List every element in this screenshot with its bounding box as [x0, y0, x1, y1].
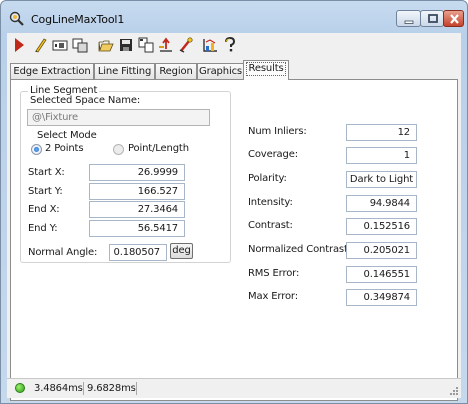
start-x-field[interactable]: 26.9999	[89, 164, 185, 181]
run-button[interactable]	[11, 36, 29, 54]
status-time-2: 9.6828ms	[87, 383, 136, 394]
open-button[interactable]	[97, 36, 115, 54]
tab-results[interactable]: Results	[243, 60, 289, 80]
space-name-label: Selected Space Name:	[30, 95, 141, 106]
copy-image-button[interactable]	[71, 36, 89, 54]
line-segment-group: Line Segment Selected Space Name: @\Fixt…	[20, 85, 231, 263]
angle-unit-button[interactable]: deg	[170, 243, 193, 259]
tab-line-fitting[interactable]: Line Fitting	[94, 63, 155, 79]
normalized-contrast-field: 0.205021	[346, 242, 417, 259]
select-mode-label: Select Mode	[37, 130, 97, 141]
reset-button[interactable]	[157, 36, 175, 54]
chart-button[interactable]	[201, 36, 219, 54]
save-button[interactable]	[117, 36, 135, 54]
close-button[interactable]	[443, 10, 464, 27]
image-display-icon	[52, 40, 68, 51]
help-button[interactable]	[221, 36, 239, 54]
edit-tool-icon	[35, 38, 47, 53]
save-icon	[120, 39, 132, 51]
normalized-contrast-label: Normalized Contrast:	[248, 244, 351, 255]
minimize-button[interactable]	[396, 10, 421, 27]
rms-error-field: 0.146551	[346, 266, 417, 283]
num-inliers-field: 12	[346, 124, 417, 141]
end-x-label: End X:	[28, 204, 60, 215]
resize-grip-icon[interactable]	[449, 386, 459, 396]
two-points-label[interactable]: 2 Points	[45, 143, 84, 154]
normal-angle-label: Normal Angle:	[28, 247, 98, 258]
chart-icon	[203, 39, 217, 52]
tool-window: CogLineMaxTool1 Edge Extraction Line Fit…	[0, 0, 468, 404]
coverage-label: Coverage:	[248, 149, 298, 160]
end-y-field[interactable]: 56.5417	[89, 220, 185, 237]
open-icon	[98, 40, 114, 52]
normal-angle-field[interactable]: 0.180507	[109, 244, 167, 261]
contrast-label: Contrast:	[248, 220, 293, 231]
two-points-radio[interactable]	[31, 144, 42, 155]
space-name-field: @\Fixture	[27, 109, 210, 126]
copy-icon	[138, 37, 154, 53]
maximize-button[interactable]	[420, 10, 444, 27]
tab-edge-extraction[interactable]: Edge Extraction	[10, 63, 94, 79]
results-panel: Line Segment Selected Space Name: @\Fixt…	[10, 79, 458, 401]
status-separator	[136, 382, 137, 395]
polarity-field: Dark to Light	[346, 171, 417, 188]
tab-region[interactable]: Region	[155, 63, 197, 79]
tab-strip: Edge Extraction Line Fitting Region Grap…	[7, 58, 461, 80]
polarity-label: Polarity:	[248, 173, 287, 184]
window-client: Edge Extraction Line Fitting Region Grap…	[7, 33, 461, 401]
contrast-field: 0.152516	[346, 218, 417, 235]
help-icon	[225, 36, 236, 52]
properties-icon	[179, 37, 193, 53]
status-time-1: 3.4864ms	[34, 383, 83, 394]
tab-graphics[interactable]: Graphics	[197, 63, 244, 79]
image-display-button[interactable]	[51, 36, 69, 54]
properties-button[interactable]	[177, 36, 195, 54]
window-title: CogLineMaxTool1	[31, 13, 125, 26]
app-icon	[9, 11, 25, 27]
rms-error-label: RMS Error:	[248, 268, 300, 279]
status-bar: 3.4864ms 9.6828ms	[7, 378, 461, 398]
copy-button[interactable]	[137, 36, 155, 54]
point-length-radio[interactable]	[113, 144, 124, 155]
status-separator	[83, 382, 84, 395]
toolbar	[7, 33, 461, 57]
close-icon	[450, 14, 459, 24]
copy-image-icon	[72, 38, 88, 53]
tab-results-label: Results	[246, 62, 286, 76]
start-y-label: Start Y:	[28, 186, 63, 197]
start-x-label: Start X:	[28, 167, 65, 178]
num-inliers-label: Num Inliers:	[248, 126, 307, 137]
run-icon	[15, 38, 24, 52]
end-y-label: End Y:	[28, 223, 58, 234]
edit-tool-button[interactable]	[31, 36, 49, 54]
start-y-field[interactable]: 166.527	[89, 183, 185, 200]
intensity-field: 94.9844	[346, 195, 417, 212]
reset-icon	[159, 37, 172, 52]
title-bar[interactable]: CogLineMaxTool1	[1, 1, 467, 33]
coverage-field: 1	[346, 147, 417, 164]
status-ok-icon	[15, 383, 25, 393]
point-length-label[interactable]: Point/Length	[128, 143, 189, 154]
max-error-field: 0.349874	[346, 289, 417, 306]
maximize-icon	[428, 14, 438, 23]
intensity-label: Intensity:	[248, 197, 293, 208]
end-x-field[interactable]: 27.3464	[89, 201, 185, 218]
max-error-label: Max Error:	[248, 291, 298, 302]
minimize-icon	[404, 20, 414, 24]
